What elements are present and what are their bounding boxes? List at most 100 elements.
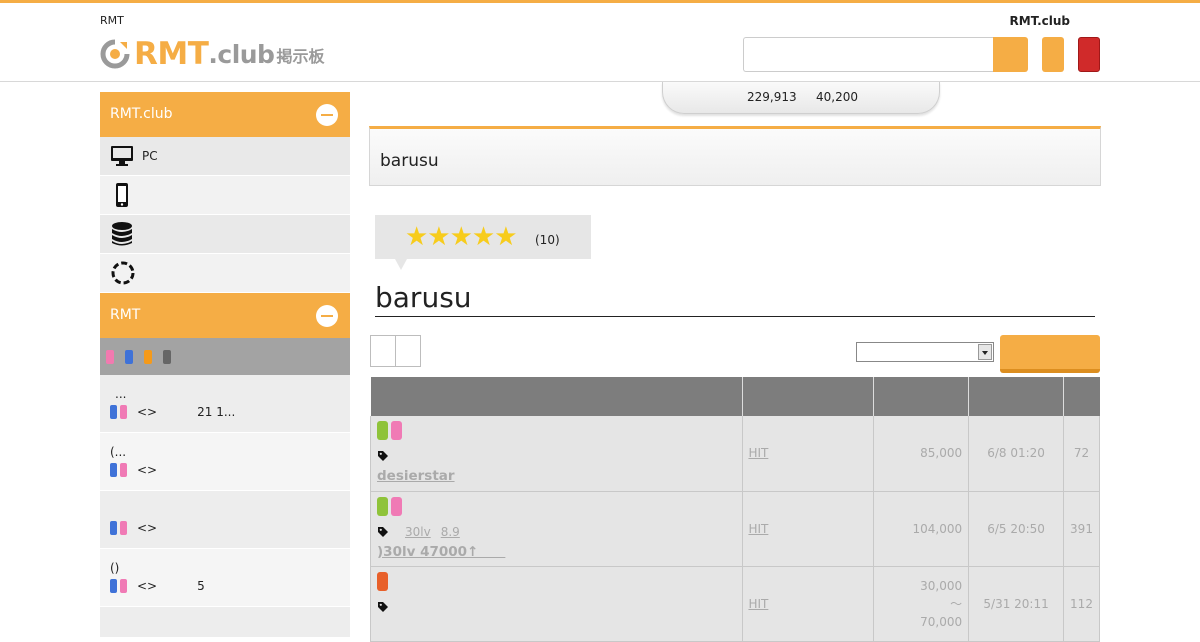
logo-mark-icon <box>100 39 130 69</box>
views-cell: 391 <box>1063 491 1100 567</box>
stat-value-2: 40,200 <box>816 90 858 104</box>
sidebar-post-arrows: <> <box>137 405 158 419</box>
sidebar-post-arrows: <> <box>137 463 158 477</box>
coins-icon <box>112 222 132 246</box>
sidebar-item-pc[interactable]: PC <box>100 137 350 176</box>
search-button[interactable] <box>993 37 1028 72</box>
hit-link[interactable]: HIT <box>748 522 768 536</box>
hit-cell: HIT <box>742 491 875 567</box>
listing-cell: desierstar <box>369 416 744 492</box>
table-row[interactable]: desierstar HIT 85,000 6/8 01:20 72 <box>369 416 1100 492</box>
sidebar: RMT.club PC RMT ... <> 21 1... (... <> <… <box>100 92 350 637</box>
sidebar-post[interactable]: (... <> <box>100 433 350 491</box>
column-header-date[interactable] <box>968 377 1064 416</box>
category-chip-pink <box>391 421 402 440</box>
chip-pink <box>120 463 127 477</box>
chip-pink <box>120 405 127 419</box>
chip-blue <box>110 521 117 535</box>
search-bar <box>743 37 1028 72</box>
view-toggle-left[interactable] <box>371 336 395 366</box>
column-header-hit[interactable] <box>742 377 875 416</box>
collapse-icon[interactable] <box>316 104 338 126</box>
sidebar-post-title: () <box>110 561 120 575</box>
category-chip-green <box>377 496 388 516</box>
header-site-name: RMT.club <box>1009 14 1070 28</box>
sidebar-post[interactable]: () <> 5 <box>100 549 350 607</box>
stat-value-1: 229,913 <box>747 90 797 104</box>
category-chip-green <box>377 421 388 440</box>
chip-pink <box>120 521 127 535</box>
hit-link[interactable]: HIT <box>748 597 768 611</box>
listing-title-link[interactable] <box>377 617 736 637</box>
view-toggle-right[interactable] <box>395 336 420 366</box>
page-title-box: barusu <box>369 126 1101 186</box>
listing-cell: 30lv 8.9 )30lv 47000↑ <box>369 491 744 567</box>
date-cell: 6/5 20:50 <box>968 491 1064 567</box>
sidebar-item-currency[interactable] <box>100 215 350 254</box>
listings-table: desierstar HIT 85,000 6/8 01:20 72 30lv … <box>369 377 1100 642</box>
sort-select[interactable] <box>856 342 994 362</box>
filter-chip-orange[interactable] <box>144 349 152 364</box>
site-header: RMT RMT .club 掲示板 RMT.club <box>0 3 1200 82</box>
search-input[interactable] <box>743 37 994 72</box>
tag-link[interactable]: 8.9 <box>441 525 460 539</box>
rating-balloon[interactable]: ★★★★★ (10) <box>375 215 591 270</box>
sidebar-post[interactable]: ... <> 21 1... <box>100 375 350 433</box>
hit-cell: HIT <box>742 416 875 492</box>
column-header-title[interactable] <box>370 377 744 416</box>
sidebar-post-title: ... <box>115 387 127 401</box>
price-cell: 104,000 <box>873 491 970 567</box>
page-title: barusu <box>380 151 439 171</box>
price-separator: ～ <box>950 596 963 611</box>
tag-link[interactable]: 30lv <box>405 525 431 539</box>
sidebar-post-extra: 5 <box>197 579 205 593</box>
sidebar-section-header[interactable]: RMT.club <box>100 92 350 137</box>
chip-blue <box>110 463 117 477</box>
user-heading: barusu <box>375 282 1095 317</box>
site-logo[interactable]: RMT .club 掲示板 <box>100 33 325 72</box>
hit-link[interactable]: HIT <box>748 446 768 460</box>
tag-icon <box>378 601 388 612</box>
sidebar-rmt-title: RMT <box>110 307 141 323</box>
view-toggle <box>370 335 421 367</box>
price-high: 70,000 <box>920 614 963 629</box>
chip-pink <box>120 579 127 593</box>
sidebar-post[interactable] <box>100 607 350 637</box>
sidebar-post-extra: 21 1... <box>197 405 236 419</box>
monitor-icon <box>111 146 133 166</box>
dotted-circle-icon <box>111 261 135 285</box>
logo-text-club: .club <box>208 40 275 69</box>
tag-icon <box>378 526 388 537</box>
header-tagline: RMT <box>100 14 124 27</box>
logo-text-bbs: 掲示板 <box>276 47 325 66</box>
table-row[interactable]: 30lv 8.9 )30lv 47000↑ HIT 104,000 6/5 20… <box>369 491 1100 567</box>
column-header-views[interactable] <box>1063 377 1100 416</box>
sidebar-post-arrows: <> <box>137 579 158 593</box>
sidebar-item-other[interactable] <box>100 254 350 293</box>
listing-title-link[interactable]: desierstar <box>377 466 736 486</box>
price-low: 30,000 <box>920 578 963 593</box>
header-red-button[interactable] <box>1078 37 1100 72</box>
table-header-row <box>370 377 1100 416</box>
views-cell: 72 <box>1063 416 1100 492</box>
header-orange-button[interactable] <box>1042 37 1064 72</box>
filter-chip-pink[interactable] <box>106 349 114 364</box>
sidebar-rmt-header[interactable]: RMT <box>100 293 350 338</box>
listing-title-link[interactable]: )30lv 47000↑ <box>377 542 736 562</box>
chip-blue <box>110 405 117 419</box>
column-header-price[interactable] <box>873 377 970 416</box>
logo-text-rmt: RMT <box>134 36 209 72</box>
filter-chip-gray[interactable] <box>163 349 171 364</box>
category-chip-pink <box>391 496 402 516</box>
sidebar-post-title <box>110 501 340 519</box>
sidebar-post[interactable]: <> <box>100 491 350 549</box>
filter-chip-blue[interactable] <box>125 349 133 364</box>
post-button[interactable] <box>1000 335 1100 373</box>
sidebar-item-label: PC <box>142 149 158 163</box>
price-cell: 85,000 <box>873 416 970 492</box>
sidebar-item-smartphone[interactable] <box>100 176 350 215</box>
sidebar-post-arrows: <> <box>137 521 158 535</box>
stats-tab: 229,913 40,200 <box>662 82 940 114</box>
collapse-icon[interactable] <box>316 305 338 327</box>
main-content: barusu ★★★★★ (10) barusu desierstar HIT … <box>369 126 1101 642</box>
